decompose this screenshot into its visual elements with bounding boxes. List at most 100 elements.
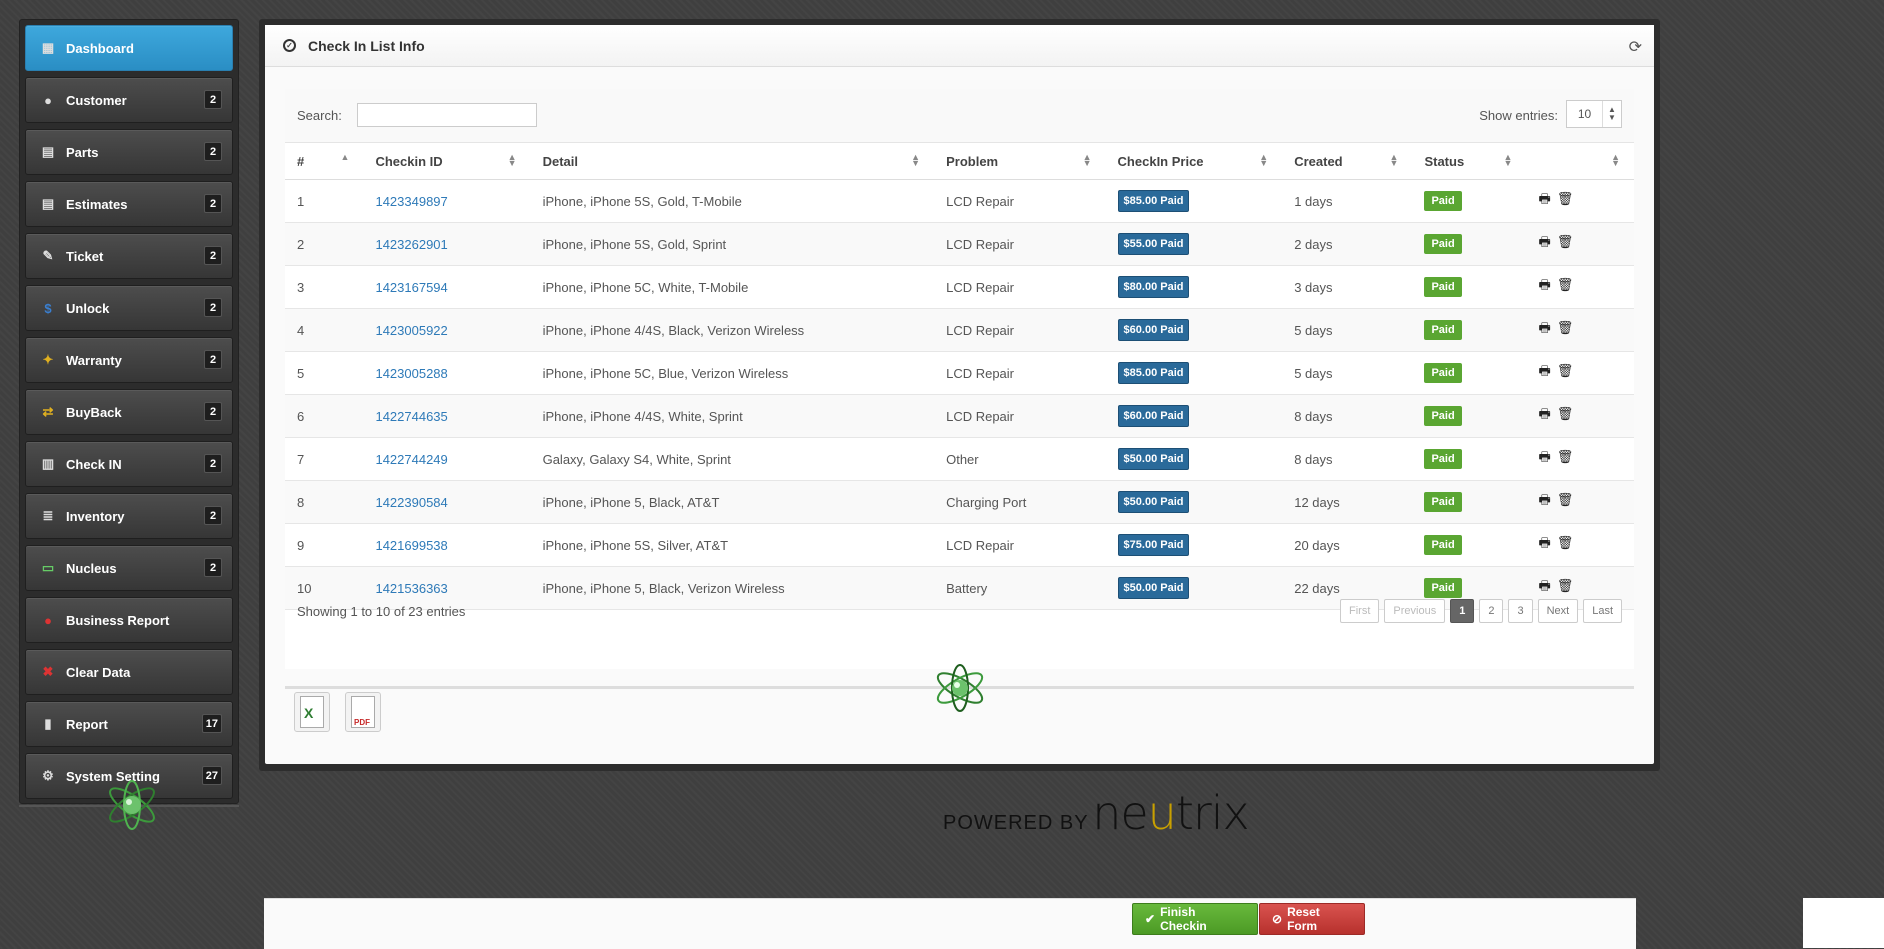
count-badge: 2 [204,298,222,317]
checkin-id-link[interactable]: 1423167594 [375,280,447,295]
table-cell: LCD Repair [934,179,1106,223]
table-cell: iPhone, iPhone 5, Black, AT&T [530,480,935,524]
price-badge: $55.00 Paid [1117,233,1190,255]
sidebar-item-check-in[interactable]: ▥ Check IN 2 [25,441,233,487]
export-pdf-button[interactable]: PDF [345,692,381,732]
ban-icon: ⊘ [1272,912,1283,926]
sidebar-item-inventory[interactable]: ≣ Inventory 2 [25,493,233,539]
print-icon[interactable]: 🖶 [1538,534,1550,556]
checkin-icon: ▥ [41,456,55,471]
bottom-white-area [1803,898,1884,948]
column-header[interactable]: ▲ ▼ [1526,143,1634,180]
sidebar-item-ticket[interactable]: ✎ Ticket 2 [25,233,233,279]
print-icon[interactable]: 🖶 [1538,448,1550,470]
table-cell: $75.00 Paid [1105,523,1283,567]
table-cell: Paid [1412,480,1527,524]
checkin-id-link[interactable]: 1422390584 [375,495,447,510]
count-badge: 2 [204,454,222,473]
pager-2[interactable]: 2 [1479,599,1504,623]
column-header[interactable]: CheckIn Price ▲ ▼ [1105,143,1283,180]
reset-form-button[interactable]: ⊘ Reset Form [1259,903,1365,935]
finish-checkin-button[interactable]: ✔ Finish Checkin [1132,903,1258,935]
sidebar-item-estimates[interactable]: ▤ Estimates 2 [25,181,233,227]
table-toolbar: Search: Show entries: 10 ▲ ▼ [285,89,1634,143]
print-icon[interactable]: 🖶 [1538,233,1550,255]
sidebar-item-business-report[interactable]: ● Business Report [25,597,233,643]
sidebar-item-parts[interactable]: ▤ Parts 2 [25,129,233,175]
sidebar-item-buyback[interactable]: ⇄ BuyBack 2 [25,389,233,435]
table-cell: iPhone, iPhone 5S, Gold, T-Mobile [530,179,935,223]
trash-icon[interactable]: 🗑 [1557,535,1574,551]
table-cell: 7 [285,437,364,481]
checkin-id-link[interactable]: 1422744635 [375,409,447,424]
pager-3[interactable]: 3 [1508,599,1533,623]
print-icon[interactable]: 🖶 [1538,190,1550,212]
table-body: 1 1423349897 iPhone, iPhone 5S, Gold, T-Mo… [285,179,1634,610]
sidebar-item-customer[interactable]: ● Customer 2 [25,77,233,123]
table-cell: 1 [285,179,364,223]
row-number: 1 [297,193,305,209]
search-input[interactable] [357,103,537,127]
print-icon[interactable]: 🖶 [1538,276,1550,298]
checkin-id-link[interactable]: 1423262901 [375,237,447,252]
unlock-icon: $ [44,300,52,316]
showing-info: Showing 1 to 10 of 23 entries [297,604,466,619]
table-cell: Paid [1412,351,1527,395]
user-icon: ● [44,92,52,108]
bottom-action-bar [264,898,1636,949]
checkin-id-link[interactable]: 1423005288 [375,366,447,381]
device-detail: iPhone, iPhone 5C, White, T-Mobile [542,279,749,295]
trash-icon[interactable]: 🗑 [1557,449,1574,465]
entries-select[interactable]: 10 ▲ ▼ [1566,100,1622,128]
table-cell: Paid [1412,265,1527,309]
export-excel-button[interactable]: X [294,692,330,732]
table-cell: 1423349897 [363,179,531,223]
problem-text: LCD Repair [946,408,1015,424]
sidebar-item-nucleus[interactable]: ▭ Nucleus 2 [25,545,233,591]
sort-icon: ▲ ▼ [1259,152,1269,168]
trash-icon[interactable]: 🗑 [1557,320,1574,336]
checkin-id-link[interactable]: 1421699538 [375,538,447,553]
refresh-icon[interactable]: ⟳ [1629,37,1642,57]
checkin-id-link[interactable]: 1423005922 [375,323,447,338]
column-header[interactable]: Detail ▲ ▼ [530,143,935,180]
column-header-label: Problem [946,153,999,169]
trash-icon[interactable]: 🗑 [1557,191,1574,207]
sidebar-item-clear-data[interactable]: ✖ Clear Data [25,649,233,695]
sidebar-item-warranty[interactable]: ✦ Warranty 2 [25,337,233,383]
updown-icon: ▲ ▼ [1602,101,1621,127]
trash-icon[interactable]: 🗑 [1557,277,1574,293]
column-header[interactable]: Problem ▲ ▼ [934,143,1106,180]
column-header[interactable]: Checkin ID ▲ ▼ [363,143,531,180]
trash-icon[interactable]: 🗑 [1557,363,1574,379]
row-number: 8 [297,494,305,510]
column-header[interactable]: Status ▲ ▼ [1412,143,1527,180]
sidebar-item-report[interactable]: ▮ Report 17 [25,701,233,747]
print-icon[interactable]: 🖶 [1538,405,1550,427]
problem-text: Other [946,451,979,467]
pager-previous[interactable]: Previous [1384,599,1446,623]
trash-icon[interactable]: 🗑 [1557,234,1574,250]
column-header[interactable]: # ▲ [285,143,364,180]
table-cell: 20 days [1282,523,1413,567]
pager-last[interactable]: Last [1583,599,1622,623]
table-cell: LCD Repair [934,308,1106,352]
sidebar-item-unlock[interactable]: $ Unlock 2 [25,285,233,331]
powered-by-text: POWERED BY [943,812,1089,834]
column-header[interactable]: Created ▲ ▼ [1282,143,1413,180]
table-cell: Charging Port [934,480,1106,524]
brand-part-a: ne [1092,786,1148,840]
sidebar-item-label: Business Report [66,612,170,628]
checkin-id-link[interactable]: 1423349897 [375,194,447,209]
print-icon[interactable]: 🖶 [1538,362,1550,384]
print-icon[interactable]: 🖶 [1538,491,1550,513]
pager-first[interactable]: First [1340,599,1380,623]
print-icon[interactable]: 🖶 [1538,319,1550,341]
pager-1[interactable]: 1 [1450,599,1475,623]
checkin-id-link[interactable]: 1422744249 [375,452,447,467]
trash-icon[interactable]: 🗑 [1557,492,1574,508]
pager-next[interactable]: Next [1537,599,1579,623]
trash-icon[interactable]: 🗑 [1557,406,1574,422]
column-header-label: # [297,153,305,169]
sidebar-item-dashboard[interactable]: ▦ Dashboard [25,25,233,71]
